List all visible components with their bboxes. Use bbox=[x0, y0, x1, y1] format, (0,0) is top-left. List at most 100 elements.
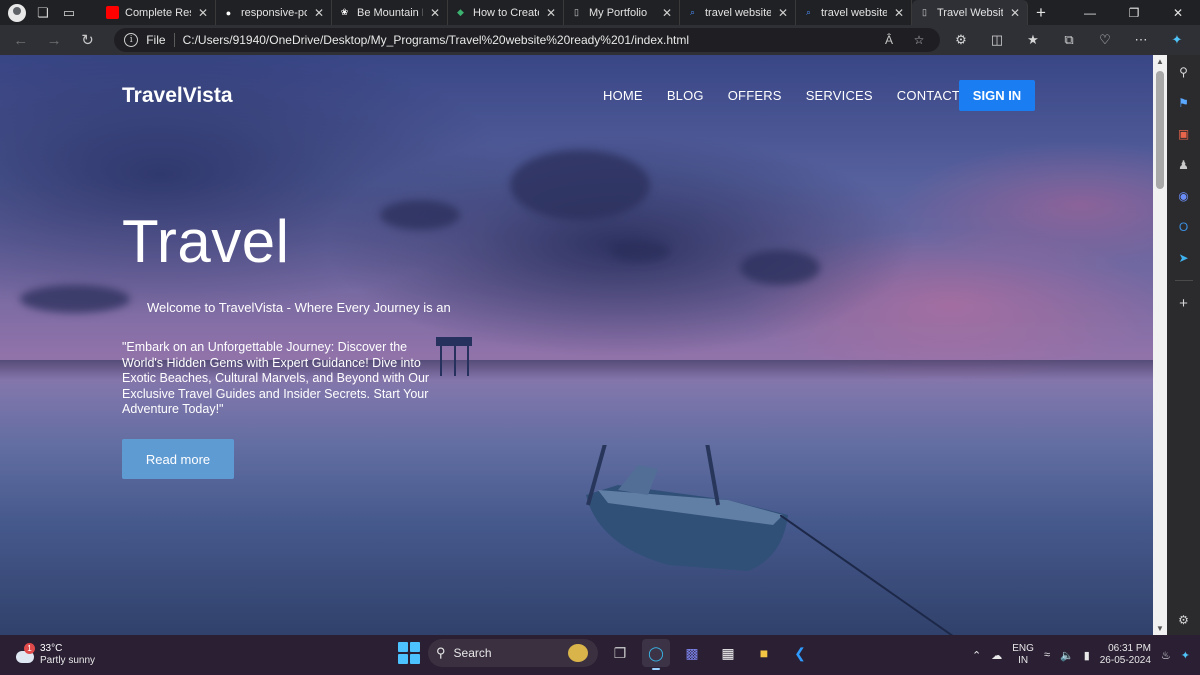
sign-in-button[interactable]: SIGN IN bbox=[959, 80, 1035, 111]
windows-start-icon[interactable] bbox=[398, 642, 420, 664]
profile-avatar-icon[interactable] bbox=[6, 2, 28, 24]
add-sidebar-app-icon[interactable]: + bbox=[1175, 294, 1193, 312]
address-bar[interactable]: i File C:/Users/91940/OneDrive/Desktop/M… bbox=[114, 28, 940, 52]
volume-icon[interactable]: 🔈 bbox=[1060, 649, 1074, 662]
refresh-icon[interactable]: ↻ bbox=[73, 27, 102, 53]
close-tab-icon[interactable]: ✕ bbox=[429, 6, 441, 20]
copilot-icon[interactable]: ✦ bbox=[1160, 32, 1194, 48]
close-tab-icon[interactable]: ✕ bbox=[1009, 6, 1021, 20]
close-tab-icon[interactable]: ✕ bbox=[313, 6, 325, 20]
browser-tab[interactable]: ▯ Travel Website ✕ bbox=[912, 0, 1028, 25]
tab-title: travel websites bbox=[821, 6, 887, 19]
split-screen-icon[interactable]: ◫ bbox=[980, 32, 1014, 48]
games-icon[interactable]: ♟ bbox=[1175, 156, 1193, 174]
scroll-up-icon[interactable]: ▲ bbox=[1155, 57, 1165, 66]
browser-tab[interactable]: ⌕ travel websites ✕ bbox=[680, 0, 796, 25]
search-highlight-icon bbox=[568, 644, 588, 662]
site-logo[interactable]: TravelVista bbox=[122, 84, 233, 108]
url-text[interactable]: C:/Users/91940/OneDrive/Desktop/My_Progr… bbox=[183, 33, 870, 47]
wifi-icon[interactable]: ≈ bbox=[1044, 649, 1050, 661]
file-explorer-icon[interactable]: ■ bbox=[750, 639, 778, 667]
browser-tab-strip: ❏ ▭ ▶ Complete Resp ✕ ● responsive-port ✕ ❀ Be … bbox=[0, 0, 1200, 25]
close-tab-icon[interactable]: ✕ bbox=[661, 6, 673, 20]
weather-temp: 33°C bbox=[40, 643, 63, 654]
region-code: IN bbox=[1018, 655, 1029, 666]
tab-actions-icon[interactable]: ▭ bbox=[58, 2, 80, 24]
new-tab-button[interactable]: + bbox=[1028, 3, 1054, 23]
chatgpt-icon: ❀ bbox=[340, 7, 349, 17]
nav-home[interactable]: HOME bbox=[603, 88, 643, 103]
more-menu-icon[interactable]: ⋯ bbox=[1124, 32, 1158, 48]
scroll-down-icon[interactable]: ▼ bbox=[1155, 624, 1165, 633]
close-tab-icon[interactable]: ✕ bbox=[545, 6, 557, 20]
tab-title: Travel Website bbox=[937, 6, 1003, 19]
close-window-icon[interactable]: ✕ bbox=[1156, 0, 1200, 25]
store-icon[interactable]: ▦ bbox=[714, 639, 742, 667]
address-toolbar: ← → ↻ i File C:/Users/91940/OneDrive/Des… bbox=[0, 25, 1200, 55]
nav-services[interactable]: SERVICES bbox=[806, 88, 873, 103]
weather-widget[interactable]: 1 33°C Partly sunny bbox=[14, 643, 95, 667]
sidebar-search-icon[interactable]: ⚲ bbox=[1175, 63, 1193, 81]
page-icon: ▯ bbox=[922, 7, 927, 17]
vscode-icon[interactable]: ❮ bbox=[786, 639, 814, 667]
website-viewport: TravelVista HOME BLOG OFFERS SERVICES CO… bbox=[0, 55, 1153, 635]
workspaces-icon[interactable]: ❏ bbox=[32, 2, 54, 24]
scheme-label: File bbox=[146, 33, 166, 47]
performance-icon[interactable]: ♡ bbox=[1088, 32, 1122, 48]
youtube-icon: ▶ bbox=[106, 6, 119, 19]
clock[interactable]: 06:31 PM 26-05-2024 bbox=[1100, 643, 1151, 667]
nav-offers[interactable]: OFFERS bbox=[728, 88, 782, 103]
close-tab-icon[interactable]: ✕ bbox=[197, 6, 209, 20]
lang-code: ENG bbox=[1012, 643, 1034, 654]
browser-tab[interactable]: ▯ My Portfolio ✕ bbox=[564, 0, 680, 25]
favorites-icon[interactable]: ★ bbox=[1016, 32, 1050, 48]
taskbar-search[interactable]: ⚲ Search bbox=[428, 639, 598, 667]
browser-tab[interactable]: ❀ Be Mountain Re ✕ bbox=[332, 0, 448, 25]
search-icon: ⌕ bbox=[805, 7, 812, 17]
site-icon: ◆ bbox=[457, 7, 464, 17]
notifications-bell-icon[interactable]: ♨ bbox=[1161, 649, 1171, 662]
sidebar-divider bbox=[1174, 280, 1193, 281]
tab-title: travel websites bbox=[705, 6, 771, 19]
minimize-icon[interactable]: — bbox=[1068, 0, 1112, 25]
hero-title: Travel bbox=[122, 208, 290, 275]
sidebar-settings-icon[interactable]: ⚙ bbox=[1175, 611, 1193, 629]
read-aloud-icon[interactable]: Â bbox=[878, 33, 900, 47]
browser-tab[interactable]: ⌕ travel websites ✕ bbox=[796, 0, 912, 25]
favorite-star-icon[interactable]: ☆ bbox=[908, 33, 930, 47]
back-icon[interactable]: ← bbox=[6, 27, 35, 53]
edge-sidebar: ⚲ ⚑ ▣ ♟ ◉ O ➤ + ⚙ bbox=[1167, 55, 1200, 635]
task-view-icon[interactable]: ❐ bbox=[606, 639, 634, 667]
shopping-tag-icon[interactable]: ⚑ bbox=[1175, 94, 1193, 112]
teams-icon[interactable]: ▩ bbox=[678, 639, 706, 667]
copilot-taskbar-icon[interactable]: ✦ bbox=[1181, 649, 1190, 662]
battery-icon[interactable]: ▮ bbox=[1084, 649, 1090, 662]
drop-send-icon[interactable]: ➤ bbox=[1175, 249, 1193, 267]
tab-title: Complete Resp bbox=[125, 6, 191, 19]
outlook-icon[interactable]: O bbox=[1175, 218, 1193, 236]
extensions-icon[interactable]: ⚙ bbox=[944, 32, 978, 48]
scroll-thumb[interactable] bbox=[1156, 71, 1164, 189]
browser-tab[interactable]: ● responsive-port ✕ bbox=[216, 0, 332, 25]
close-tab-icon[interactable]: ✕ bbox=[777, 6, 789, 20]
page-scrollbar[interactable]: ▲ ▼ bbox=[1153, 55, 1167, 635]
nav-blog[interactable]: BLOG bbox=[667, 88, 704, 103]
forward-icon[interactable]: → bbox=[39, 27, 68, 53]
tools-briefcase-icon[interactable]: ▣ bbox=[1175, 125, 1193, 143]
close-tab-icon[interactable]: ✕ bbox=[893, 6, 905, 20]
info-icon[interactable]: i bbox=[124, 33, 139, 47]
url-divider bbox=[173, 33, 175, 47]
onedrive-icon[interactable]: ☁ bbox=[991, 649, 1002, 662]
browser-tab[interactable]: ▶ Complete Resp ✕ bbox=[100, 0, 216, 25]
collections-icon[interactable]: ⧉ bbox=[1052, 32, 1086, 48]
search-icon: ⌕ bbox=[689, 7, 696, 17]
browser-tab[interactable]: ◆ How to Create ✕ bbox=[448, 0, 564, 25]
language-indicator[interactable]: ENG IN bbox=[1012, 643, 1034, 667]
weather-cloud-icon: 1 bbox=[14, 643, 35, 665]
weather-badge: 1 bbox=[24, 643, 35, 654]
microsoft365-icon[interactable]: ◉ bbox=[1175, 187, 1193, 205]
read-more-button[interactable]: Read more bbox=[122, 439, 234, 479]
edge-browser-icon[interactable]: ◯ bbox=[642, 639, 670, 670]
hidden-icons-chevron-icon[interactable]: ⌃ bbox=[972, 649, 981, 662]
maximize-icon[interactable]: ❐ bbox=[1112, 0, 1156, 25]
